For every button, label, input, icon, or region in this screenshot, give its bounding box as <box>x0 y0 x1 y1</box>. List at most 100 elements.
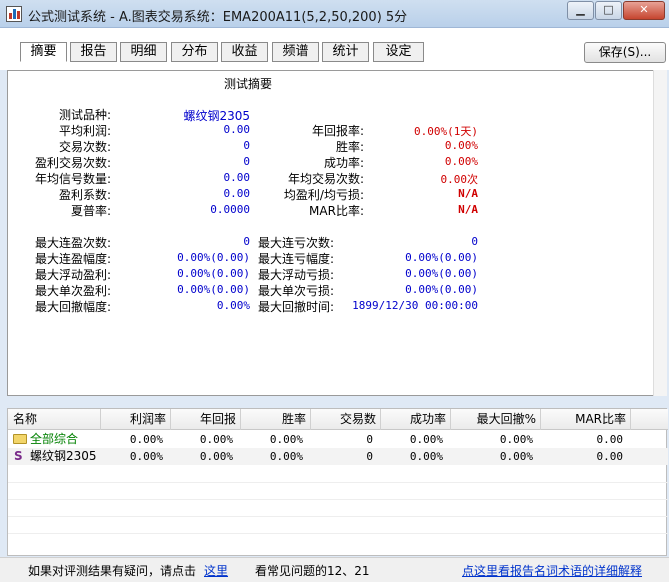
row-name: 全部综合 <box>30 432 79 446</box>
summary-title: 测试摘要 <box>223 77 272 91</box>
mar-ratio-value: N/A <box>458 203 478 216</box>
mar-ratio-label: MAR比率: <box>309 204 364 218</box>
faq-link[interactable]: 这里 <box>204 562 228 579</box>
max-float-profit-value: 0.00%(0.00) <box>177 267 250 280</box>
sharpe-label: 夏普率: <box>70 204 111 218</box>
symbol-label: 测试品种: <box>58 108 111 122</box>
column-header-trade-count[interactable]: 交易数 <box>311 409 381 430</box>
avg-win-loss-label: 均盈利/均亏损: <box>283 188 364 202</box>
results-table: 名称 利润率 年回报 胜率 交易数 成功率 最大回撤% MAR比率 全部综合 0… <box>7 408 668 556</box>
row-cell: 0.00% <box>199 433 233 446</box>
column-header-mar-ratio[interactable]: MAR比率 <box>541 409 631 430</box>
avg-win-loss-value: N/A <box>458 187 478 200</box>
close-icon: ✕ <box>639 3 649 16</box>
max-consec-win-value: 0 <box>243 235 250 248</box>
table-row[interactable]: 全部综合 0.00% 0.00% 0.00% 0 0.00% 0.00% 0.0… <box>8 431 668 448</box>
sharpe-value: 0.0000 <box>210 203 250 216</box>
max-consec-loss-value: 0 <box>471 235 478 248</box>
max-single-loss-value: 0.00%(0.00) <box>405 283 478 296</box>
column-header-win-rate[interactable]: 胜率 <box>241 409 311 430</box>
row-cell: 0.00 <box>596 450 624 463</box>
row-cell: 0.00% <box>499 450 533 463</box>
max-consec-loss-range-label: 最大连亏幅度: <box>258 252 335 266</box>
annual-return-value: 0.00%(1天) <box>414 125 478 138</box>
row-cell: 0 <box>366 450 373 463</box>
row-cell: 0.00% <box>199 450 233 463</box>
row-name: 螺纹钢2305 <box>30 449 97 463</box>
success-rate-label: 成功率: <box>323 156 364 170</box>
win-trade-count-value: 0 <box>243 155 250 168</box>
app-chart-icon <box>6 6 22 22</box>
row-cell: 0.00% <box>409 450 443 463</box>
annual-trades-value: 0.00次 <box>440 173 479 186</box>
save-button[interactable]: 保存(S)... <box>584 42 666 63</box>
max-consec-win-range-label: 最大连盈幅度: <box>34 252 111 266</box>
column-header-annual-return[interactable]: 年回报 <box>171 409 241 430</box>
minimize-button[interactable]: ▁ <box>567 1 594 20</box>
tab-spectrum[interactable]: 频谱 <box>272 42 319 62</box>
minimize-icon: ▁ <box>576 3 585 16</box>
status-hint-text: 如果对评测结果有疑问，请点击 <box>28 564 197 578</box>
max-single-profit-label: 最大单次盈利: <box>34 284 111 298</box>
window-title: 公式测试系统 - A.图表交易系统：EMA200A11(5,2,50,200) … <box>28 10 408 25</box>
max-consec-loss-range-value: 0.00%(0.00) <box>405 251 478 264</box>
tab-profit[interactable]: 收益 <box>221 42 268 62</box>
symbol-value: 螺纹钢2305 <box>183 109 250 123</box>
tab-summary[interactable]: 摘要 <box>20 42 67 62</box>
row-cell: 0.00% <box>269 450 303 463</box>
maximize-button[interactable]: □ <box>595 1 622 20</box>
grid-line <box>8 516 668 517</box>
annual-signals-value: 0.00 <box>223 171 251 184</box>
row-cell: 0.00% <box>409 433 443 446</box>
max-drawdown-value: 0.00% <box>216 299 250 312</box>
win-trade-count-label: 盈利交易次数: <box>34 156 111 170</box>
maximize-icon: □ <box>603 3 614 16</box>
max-drawdown-time-value: 1899/12/30 00:00:00 <box>352 299 478 312</box>
tab-distribution[interactable]: 分布 <box>171 42 218 62</box>
glossary-link[interactable]: 点这里看报告名词术语的详细解释 <box>462 562 642 579</box>
win-rate-value: 0.00% <box>444 139 478 152</box>
grid-line <box>8 482 668 483</box>
column-header-name[interactable]: 名称 <box>8 409 101 430</box>
row-cell: 0.00% <box>129 450 163 463</box>
column-header-success-rate[interactable]: 成功率 <box>381 409 451 430</box>
close-button[interactable]: ✕ <box>623 1 665 20</box>
tab-report[interactable]: 报告 <box>70 42 117 62</box>
trade-count-value: 0 <box>243 139 250 152</box>
row-cell: 0.00% <box>129 433 163 446</box>
tab-statistics[interactable]: 统计 <box>322 42 369 62</box>
grid-line <box>8 533 668 534</box>
table-row[interactable]: S 螺纹钢2305 0.00% 0.00% 0.00% 0 0.00% 0.00… <box>8 448 668 465</box>
table-header: 名称 利润率 年回报 胜率 交易数 成功率 最大回撤% MAR比率 <box>8 409 668 430</box>
grid-line <box>8 499 668 500</box>
folder-icon <box>13 434 27 444</box>
row-cell: 0 <box>366 433 373 446</box>
win-rate-label: 胜率: <box>335 140 364 154</box>
status-faq-text: 看常见问题的12、21 <box>255 564 370 578</box>
tab-detail[interactable]: 明细 <box>120 42 167 62</box>
column-header-max-drawdown[interactable]: 最大回撤% <box>451 409 541 430</box>
annual-signals-label: 年均信号数量: <box>34 172 111 186</box>
max-float-profit-label: 最大浮动盈利: <box>34 268 111 282</box>
max-float-loss-label: 最大浮动亏损: <box>258 268 335 282</box>
status-bar: 如果对评测结果有疑问，请点击 这里 看常见问题的12、21 点这里看报告名词术语… <box>0 557 669 582</box>
max-consec-win-label: 最大连盈次数: <box>34 236 111 250</box>
annual-return-label: 年回报率: <box>311 124 364 138</box>
avg-profit-label: 平均利润: <box>58 124 111 138</box>
row-cell: 0.00% <box>269 433 303 446</box>
max-single-profit-value: 0.00%(0.00) <box>177 283 250 296</box>
summary-panel: 测试摘要 测试品种: 螺纹钢2305 平均利润: 0.00 交易次数: 0 盈利… <box>7 70 662 396</box>
title-bar: 公式测试系统 - A.图表交易系统：EMA200A11(5,2,50,200) … <box>0 0 669 28</box>
max-drawdown-label: 最大回撤幅度: <box>34 300 111 314</box>
profit-factor-label: 盈利系数: <box>58 188 111 202</box>
summary-scrollbar[interactable] <box>653 70 667 396</box>
max-consec-loss-label: 最大连亏次数: <box>258 236 335 250</box>
annual-trades-label: 年均交易次数: <box>287 172 364 186</box>
row-cell: 0.00% <box>499 433 533 446</box>
column-header-profit-rate[interactable]: 利润率 <box>101 409 171 430</box>
success-rate-value: 0.00% <box>444 155 478 168</box>
tab-bar: 摘要 报告 明细 分布 收益 频谱 统计 设定 保存(S)... <box>0 28 669 70</box>
row-cell: 0.00 <box>596 433 624 446</box>
trade-count-label: 交易次数: <box>58 140 111 154</box>
tab-settings[interactable]: 设定 <box>373 42 424 62</box>
